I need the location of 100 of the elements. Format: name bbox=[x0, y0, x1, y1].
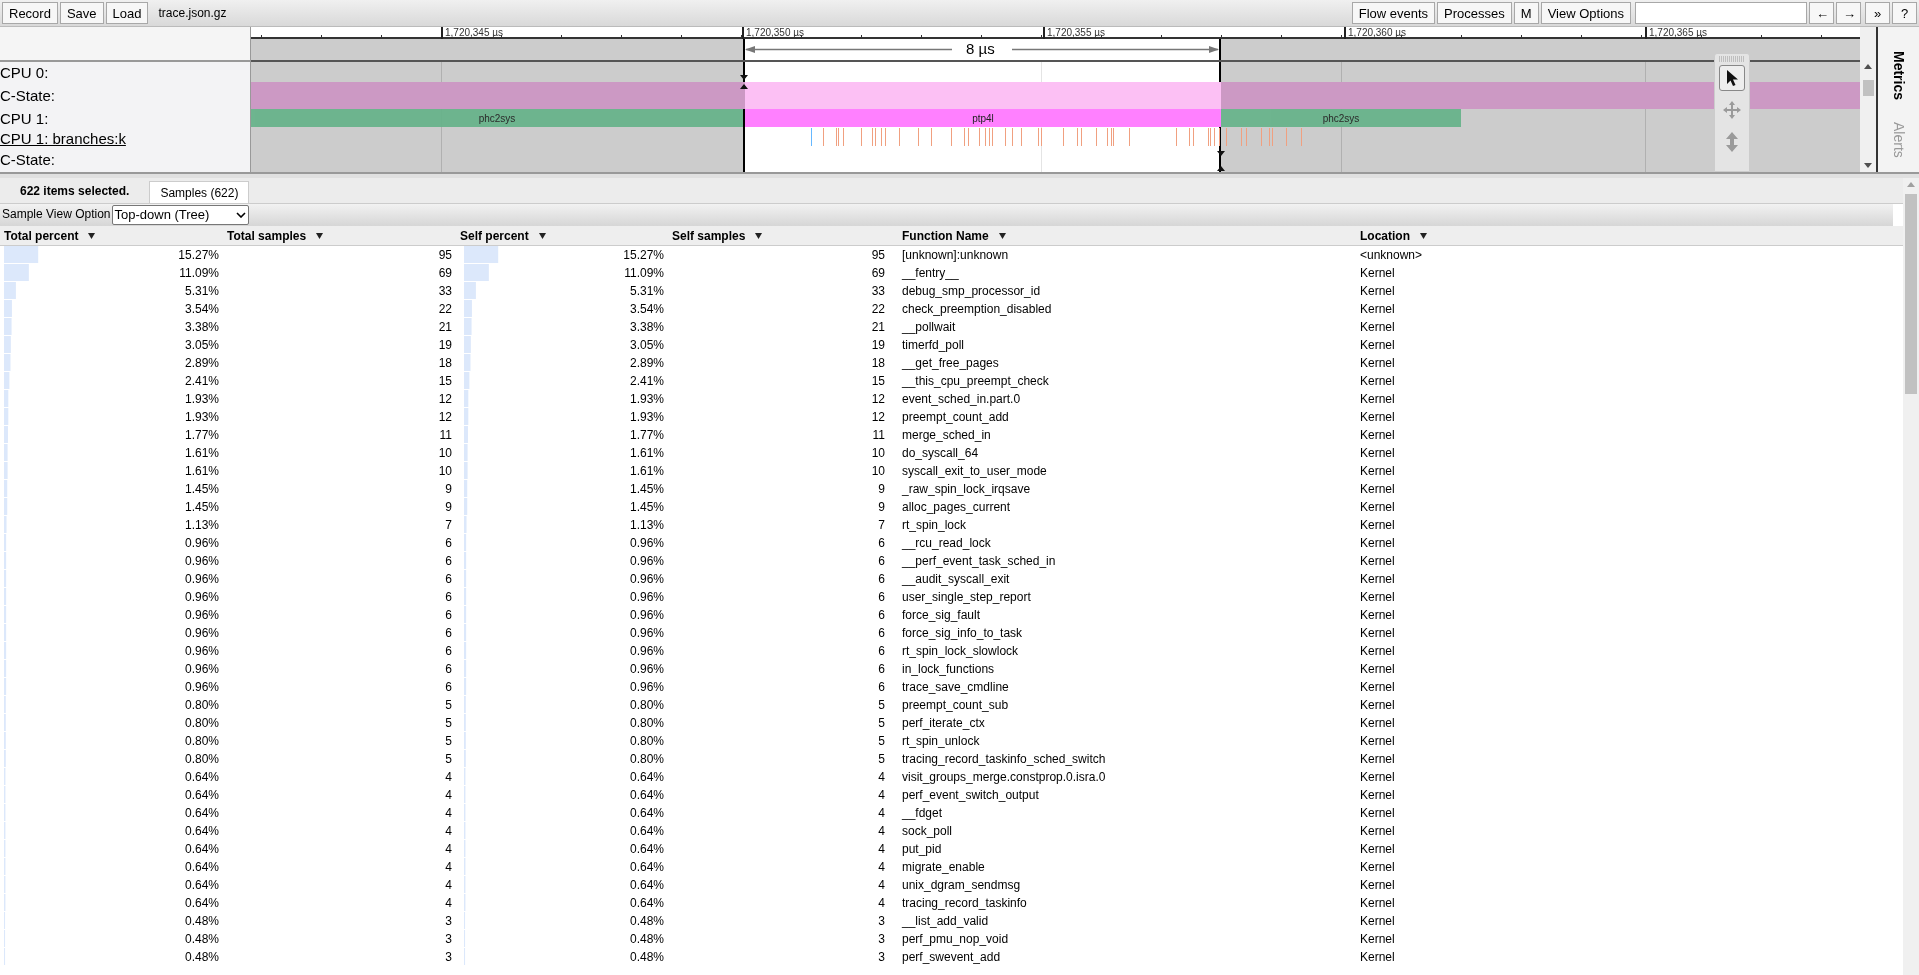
scroll-up-icon[interactable] bbox=[1864, 64, 1872, 69]
sort-icon[interactable] bbox=[88, 232, 96, 239]
table-cell: 1.45% bbox=[629, 501, 664, 513]
table-cell: migrate_enable bbox=[902, 860, 985, 874]
range-marker-icon[interactable] bbox=[740, 75, 748, 89]
table-cell: 5.31% bbox=[184, 285, 219, 297]
scroll-thumb[interactable] bbox=[1863, 80, 1874, 96]
table-cell: 1.93% bbox=[184, 411, 219, 423]
nav-button[interactable]: → bbox=[1836, 2, 1861, 24]
table-cell: 6 bbox=[445, 627, 452, 639]
slice[interactable]: ptp4l bbox=[745, 109, 1221, 127]
table-cell: Kernel bbox=[1360, 770, 1395, 784]
table-cell: Kernel bbox=[1360, 860, 1395, 874]
table-cell: 0.48% bbox=[629, 915, 664, 927]
sort-icon[interactable] bbox=[755, 232, 763, 239]
table-cell: <unknown> bbox=[1360, 248, 1423, 262]
column-header[interactable]: Function Name bbox=[902, 226, 989, 245]
table-cell: visit_groups_merge.constprop.0.isra.0 bbox=[902, 770, 1106, 784]
track-label: CPU 1: bbox=[0, 110, 49, 126]
table-cell: 15.27% bbox=[623, 249, 664, 261]
sort-icon[interactable] bbox=[1420, 232, 1427, 239]
slice[interactable]: phc2sys bbox=[251, 109, 743, 127]
table-cell: 11 bbox=[872, 429, 885, 441]
file-name: trace.json.gz bbox=[158, 5, 227, 22]
table-cell: 0.64% bbox=[629, 843, 664, 855]
table-cell: 4 bbox=[878, 807, 885, 819]
table-cell: 1.61% bbox=[184, 465, 219, 477]
view-option-select[interactable]: Top-down (Tree) bbox=[111, 205, 249, 225]
table-cell: __pollwait bbox=[902, 320, 956, 334]
side-tab[interactable]: Metrics bbox=[1891, 51, 1906, 101]
table-cell: 10 bbox=[871, 447, 885, 459]
table-cell: user_single_step_report bbox=[902, 590, 1031, 604]
table-cell: __rcu_read_lock bbox=[902, 536, 991, 550]
table-cell: tracing_record_taskinfo bbox=[902, 896, 1027, 910]
nav-button[interactable]: ? bbox=[1892, 2, 1917, 24]
table-cell: 6 bbox=[878, 537, 885, 549]
table-scrollbar[interactable] bbox=[1903, 178, 1919, 975]
table-cell: 4 bbox=[445, 825, 452, 837]
grip-icon[interactable] bbox=[1719, 56, 1745, 62]
table-cell: 6 bbox=[445, 573, 452, 585]
table-cell: Kernel bbox=[1360, 266, 1395, 280]
search-field[interactable] bbox=[1635, 2, 1807, 24]
table-cell: 10 bbox=[438, 465, 452, 477]
table-cell: 0.96% bbox=[629, 573, 664, 585]
toolbar-button[interactable]: Load bbox=[105, 2, 149, 24]
table-cell: 6 bbox=[878, 627, 885, 639]
table-cell: Kernel bbox=[1360, 338, 1395, 352]
table-cell: _raw_spin_lock_irqsave bbox=[902, 482, 1031, 496]
scroll-thumb[interactable] bbox=[1905, 194, 1917, 394]
sort-icon[interactable] bbox=[998, 232, 1006, 239]
selection-tool-button[interactable] bbox=[1719, 65, 1745, 91]
column-header[interactable]: Total percent bbox=[4, 226, 79, 245]
slice[interactable]: phc2sys bbox=[1221, 109, 1461, 127]
sort-icon[interactable] bbox=[538, 232, 546, 239]
column-header[interactable]: Self percent bbox=[460, 226, 529, 245]
toolbar-button[interactable]: M bbox=[1513, 2, 1539, 24]
move-icon bbox=[1723, 101, 1741, 119]
column-header[interactable]: Self samples bbox=[672, 226, 746, 245]
table-cell: 0.64% bbox=[629, 897, 664, 909]
table-cell: 0.80% bbox=[629, 699, 664, 711]
table-cell: Kernel bbox=[1360, 356, 1395, 370]
table-cell: 0.96% bbox=[184, 555, 219, 567]
table-cell: Kernel bbox=[1360, 518, 1395, 532]
table-cell: 3 bbox=[878, 951, 885, 963]
table-cell: 10 bbox=[871, 465, 885, 477]
range-marker-icon[interactable] bbox=[1217, 151, 1225, 171]
table-cell: 21 bbox=[438, 321, 452, 333]
toolbar-button[interactable]: View Options bbox=[1540, 2, 1631, 24]
table-cell: 0.64% bbox=[184, 843, 219, 855]
table-cell: 15 bbox=[871, 375, 885, 387]
toolbar-button[interactable]: Save bbox=[59, 2, 104, 24]
track-label: C-State: bbox=[0, 88, 56, 103]
table-cell: 0.48% bbox=[184, 933, 219, 945]
table-cell: 0.80% bbox=[184, 717, 219, 729]
nav-button[interactable]: » bbox=[1865, 2, 1890, 24]
table-cell: 2.89% bbox=[629, 357, 664, 369]
table-cell: 9 bbox=[878, 501, 885, 513]
table-cell: 22 bbox=[438, 303, 452, 315]
table-cell: 15 bbox=[438, 375, 452, 387]
table-cell: 6 bbox=[878, 591, 885, 603]
table-cell: 5 bbox=[445, 735, 452, 747]
table-cell: 1.77% bbox=[629, 429, 664, 441]
table-cell: 4 bbox=[445, 879, 452, 891]
table-cell: Kernel bbox=[1360, 284, 1395, 298]
toolbar-button[interactable]: Flow events bbox=[1351, 2, 1436, 24]
scroll-down-icon[interactable] bbox=[1864, 163, 1872, 168]
sort-icon[interactable] bbox=[316, 232, 324, 239]
table-cell: preempt_count_sub bbox=[902, 698, 1009, 712]
table-cell: 5 bbox=[878, 753, 885, 765]
track-link[interactable]: CPU 1: branches:k bbox=[0, 131, 126, 146]
toolbar-button[interactable]: Processes bbox=[1437, 2, 1512, 24]
table-cell: 4 bbox=[445, 807, 452, 819]
toolbar-button[interactable]: Record bbox=[2, 2, 58, 24]
table-cell: syscall_exit_to_user_mode bbox=[902, 464, 1047, 478]
column-header[interactable]: Total samples bbox=[227, 226, 307, 245]
column-header[interactable]: Location bbox=[1360, 226, 1410, 245]
analysis-tab[interactable]: Samples (622) bbox=[149, 181, 250, 203]
table-cell: 6 bbox=[445, 591, 452, 603]
nav-button[interactable]: ← bbox=[1809, 2, 1834, 24]
table-cell: Kernel bbox=[1360, 932, 1395, 946]
